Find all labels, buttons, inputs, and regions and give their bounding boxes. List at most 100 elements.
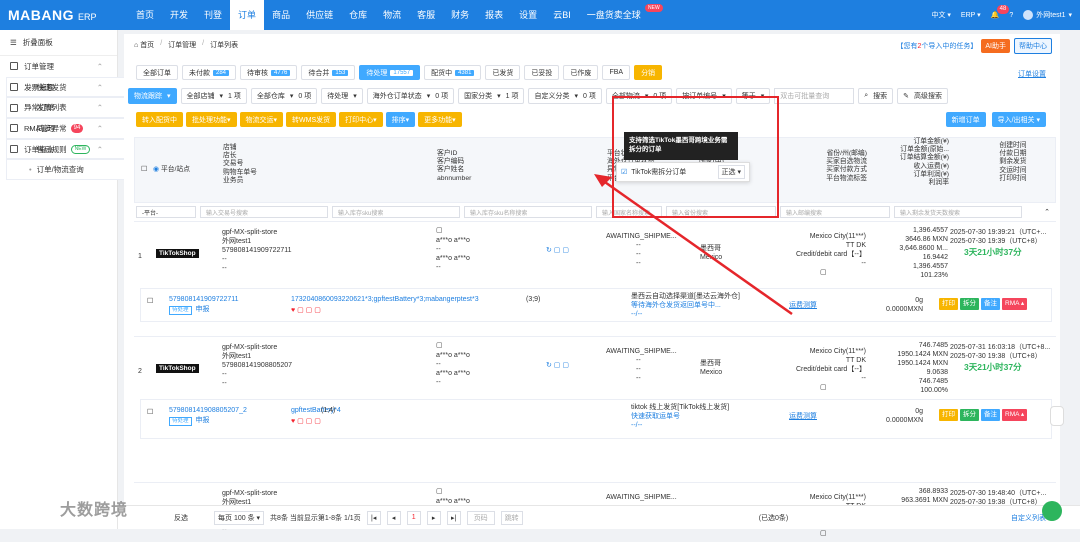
order-settings-link[interactable]: 订单设置	[1018, 69, 1046, 79]
transaction-id[interactable]: 579808141908805207	[222, 361, 292, 370]
toolbar-button-0[interactable]: 转入配货中	[136, 112, 183, 127]
sidebar-item-7[interactable]: 发票管理 ⌃	[0, 77, 117, 98]
nav-item-5[interactable]: 供应链	[298, 0, 341, 30]
tab-10[interactable]: 分销	[634, 65, 663, 80]
tab-4[interactable]: 待处理 17557	[359, 65, 421, 80]
import-export-button[interactable]: 导入/出相关 ▾	[991, 112, 1046, 127]
nav-item-2[interactable]: 刊登	[196, 0, 230, 30]
chevron-up-icon[interactable]: ⌃	[97, 83, 103, 92]
tab-1[interactable]: 未付款 284	[182, 65, 237, 80]
current-page[interactable]: 1	[406, 510, 421, 525]
tab-8[interactable]: 已作废	[563, 65, 599, 80]
nav-item-7[interactable]: 物流	[375, 0, 409, 30]
prev-page-button[interactable]: ◂	[386, 510, 401, 525]
row-action-button[interactable]: RMA ▴	[1002, 409, 1028, 421]
chevron-up-icon[interactable]: ⌃	[97, 145, 103, 154]
sub-checkbox[interactable]: ☐	[147, 408, 153, 417]
row-action-button[interactable]: 备注	[981, 409, 1000, 421]
toolbar-button-5[interactable]: 排序 ▾	[385, 112, 416, 127]
advanced-search-button[interactable]: ✎ 高级搜索	[897, 88, 949, 104]
help-center-button[interactable]: 帮助中心	[1014, 38, 1052, 54]
chevron-up-icon[interactable]: ⌃	[97, 62, 103, 71]
country-select[interactable]: 国家分类 ▾ 1 项	[458, 88, 525, 104]
tracking-status[interactable]: 等待海外仓发货返回单号中...	[631, 301, 721, 310]
row-action-button[interactable]: 打印	[939, 409, 958, 421]
column-search-input-1[interactable]: 输入库存sku搜索	[332, 206, 460, 218]
toolbar-button-2[interactable]: 物流交运 ▾	[239, 112, 284, 127]
transaction-id[interactable]: 579808141909722711	[222, 246, 292, 255]
new-order-button[interactable]: 新增订单	[945, 112, 986, 127]
copy-icon[interactable]: ▢	[820, 383, 827, 392]
chevron-up-icon[interactable]: ⌃	[97, 124, 103, 133]
sub-order-number[interactable]: 579808141908805207_2	[169, 406, 247, 415]
nav-item-13[interactable]: 一盘货卖全球 NEW	[579, 0, 663, 30]
toolbar-button-1[interactable]: 批处理功能 ▾	[186, 112, 237, 127]
collapse-panel[interactable]: ☰ 折叠面板	[0, 30, 117, 56]
sidebar-item-9[interactable]: 异常订单 ⌃	[0, 97, 117, 118]
import-tasks-link[interactable]: 【您有2个导入中的任务】	[896, 41, 977, 51]
nav-item-12[interactable]: 云BI	[545, 0, 579, 30]
tab-3[interactable]: 待合并 153	[301, 65, 356, 80]
column-search-input-0[interactable]: 输入交易号搜索	[200, 206, 328, 218]
warehouse-select[interactable]: 全部仓库 ▾ 0 项	[250, 88, 318, 104]
logistics-tracking-select[interactable]: 物流跟踪 ▾	[128, 88, 177, 104]
row-action-button[interactable]: RMA ▴	[1002, 298, 1028, 310]
ai-assistant-button[interactable]: AI助手	[981, 39, 1010, 53]
toolbar-button-6[interactable]: 更多功能 ▾	[418, 112, 462, 127]
toolbar-button-4[interactable]: 打印中心 ▾	[339, 112, 383, 127]
copy-icon[interactable]: ▢	[820, 529, 827, 538]
nav-item-4[interactable]: 商品	[264, 0, 298, 30]
tab-2[interactable]: 待审核 4776	[240, 65, 298, 80]
freight-calc-link[interactable]: 运费测算	[789, 301, 817, 310]
history-icon[interactable]: ↻ ▢ ▢	[546, 246, 569, 255]
row-action-button[interactable]: 拆分	[960, 298, 979, 310]
next-page-button[interactable]: ▸	[426, 510, 441, 525]
first-page-button[interactable]: |◂	[366, 510, 381, 525]
custom-list-link[interactable]: 自定义列表	[1011, 513, 1046, 523]
freight-calc-link[interactable]: 运费测算	[789, 412, 817, 421]
nav-item-0[interactable]: 首页	[128, 0, 162, 30]
history-icon[interactable]: ↻ ▢ ▢	[546, 361, 569, 370]
shop-select[interactable]: 全部店铺 ▾ 1 项	[180, 88, 247, 104]
search-button[interactable]: ⌕ 搜索	[858, 88, 894, 104]
select-all-checkbox[interactable]: ☐	[141, 166, 147, 174]
nav-item-3[interactable]: 订单	[230, 0, 265, 30]
overseas-status-select[interactable]: 海外仓订单状态 ▾ 0 项	[366, 88, 455, 104]
tab-5[interactable]: 配货中 4381	[424, 65, 482, 80]
user-menu[interactable]: 外网test1 ▾	[1023, 10, 1072, 20]
page-number-input[interactable]: 页码	[466, 510, 495, 525]
declare-link[interactable]: 申报	[196, 417, 210, 424]
home-icon[interactable]: ⌂ 首页	[134, 40, 154, 50]
logo[interactable]: MABANG ERP	[0, 7, 128, 23]
float-action-button[interactable]	[1042, 501, 1062, 521]
sidebar-item-19[interactable]: 订单查询 ⌃	[0, 139, 117, 160]
platform-filter-select[interactable]: -平台-	[136, 206, 196, 218]
nav-item-11[interactable]: 设置	[511, 0, 545, 30]
column-search-input-5[interactable]: 输入邮编搜索	[780, 206, 890, 218]
last-page-button[interactable]: ▸|	[446, 510, 461, 525]
side-handle[interactable]	[1050, 406, 1064, 426]
nav-item-9[interactable]: 财务	[443, 0, 477, 30]
jump-button[interactable]: 跳转	[500, 510, 523, 525]
status-select[interactable]: 待处理 ▾	[321, 88, 363, 104]
nav-item-1[interactable]: 开发	[162, 0, 196, 30]
help-icon[interactable]: ?	[1009, 12, 1013, 19]
row-action-button[interactable]: 拆分	[960, 409, 979, 421]
chevron-up-icon[interactable]: ⌃	[97, 103, 103, 112]
bell-icon[interactable]: 🔔 48	[991, 5, 1010, 19]
collapse-up-icon[interactable]: ⌃	[1044, 208, 1050, 216]
breadcrumb-mgmt[interactable]: 订单管理	[168, 40, 196, 50]
copy-icon[interactable]: ▢	[820, 268, 827, 277]
row-action-button[interactable]: 备注	[981, 298, 1000, 310]
toolbar-button-3[interactable]: 转WMS发货	[286, 112, 337, 127]
nav-item-6[interactable]: 仓库	[341, 0, 375, 30]
column-search-input-6[interactable]: 输入剩余发货天数搜索	[894, 206, 1022, 218]
page-size-select[interactable]: 每页 100 条 ▾	[214, 510, 265, 525]
column-search-input-2[interactable]: 输入库存sku名称搜索	[464, 206, 592, 218]
sub-checkbox[interactable]: ☐	[147, 297, 153, 306]
erp-select[interactable]: ERP ▾	[961, 11, 981, 19]
tab-9[interactable]: FBA	[602, 65, 631, 80]
tab-6[interactable]: 已发货	[485, 65, 521, 80]
tab-0[interactable]: 全部订单	[136, 65, 178, 80]
language-select[interactable]: 中文 ▾	[931, 10, 950, 20]
